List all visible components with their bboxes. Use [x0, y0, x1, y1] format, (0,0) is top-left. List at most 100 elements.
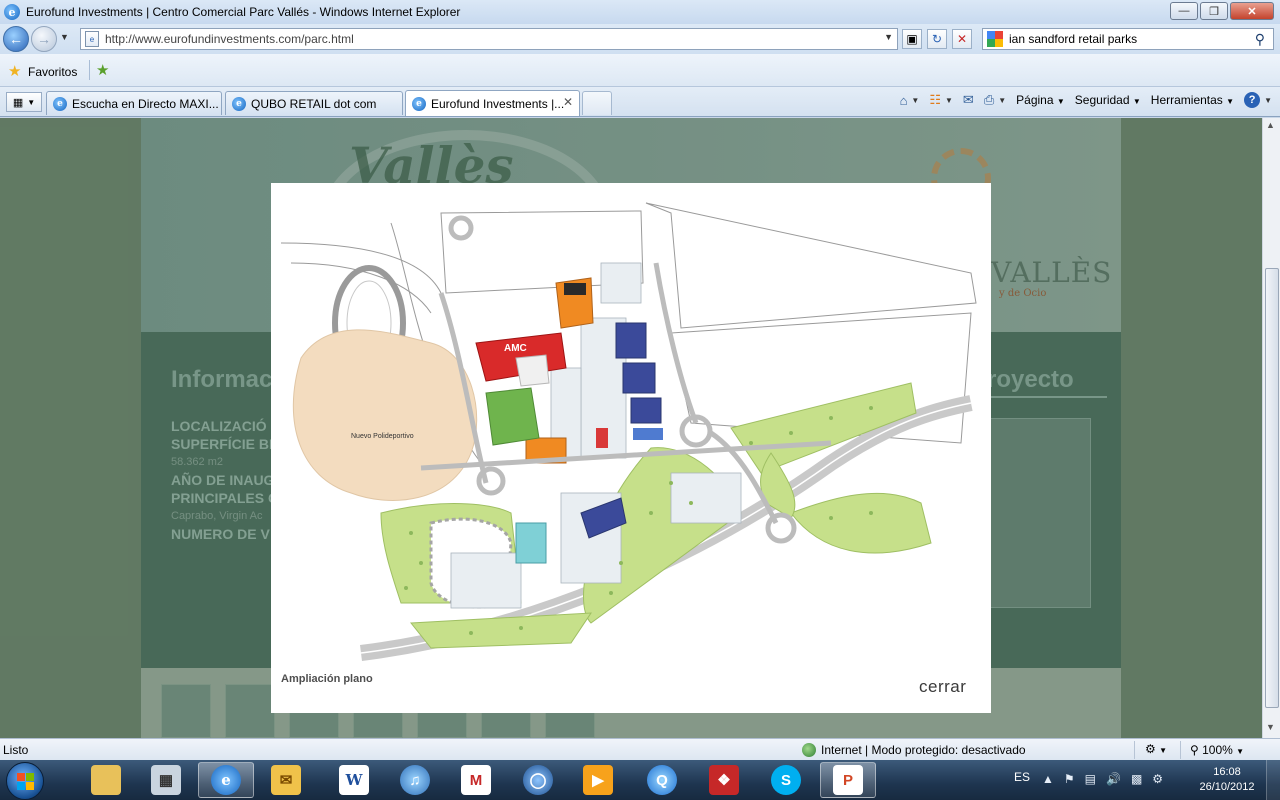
taskbar: ▦ e ✉ W ♫ M ◯ ▶ Q ❖ S P ES ▲ ⚑ ▤ 🔊 ▩ ⚙ 1… — [0, 760, 1280, 800]
tab-label: QUBO RETAIL dot com — [251, 96, 377, 111]
forward-button[interactable]: → — [31, 26, 57, 52]
taskbar-calculator[interactable]: ▦ — [138, 762, 194, 798]
favorites-button[interactable]: Favoritos — [28, 65, 77, 79]
word-icon: W — [339, 765, 369, 795]
url-field[interactable]: e http://www.eurofundinvestments.com/par… — [80, 28, 898, 50]
tab-eurofund[interactable]: e Eurofund Investments |... ✕ — [405, 90, 580, 116]
add-ons-icon[interactable]: ⚙ ▼ — [1145, 742, 1167, 756]
device-icon[interactable]: ▤ — [1085, 772, 1096, 786]
taskbar-explorer[interactable] — [78, 762, 134, 798]
m-app-icon: M — [461, 765, 491, 795]
print-icon[interactable]: ⎙ — [984, 92, 994, 108]
signal-icon[interactable]: ▩ — [1131, 772, 1142, 786]
taskbar-media-player[interactable]: ▶ — [570, 762, 626, 798]
help-icon[interactable]: ? — [1244, 92, 1261, 108]
taskbar-internet-explorer[interactable]: e — [198, 762, 254, 798]
close-window-button[interactable]: ✕ — [1230, 2, 1274, 20]
taskbar-skype[interactable]: S — [758, 762, 814, 798]
window-controls: — ❐ ✕ — [1170, 2, 1274, 20]
search-field[interactable]: ian sandford retail parks ⚲ — [982, 28, 1274, 50]
url-dropdown-icon[interactable]: ▼ — [884, 32, 893, 42]
quick-tabs-button[interactable]: ▦ ▼ — [6, 92, 42, 112]
map-label-polideportivo: Nuevo Polideportivo — [351, 433, 414, 440]
vertical-scrollbar[interactable]: ▲ ▼ — [1262, 118, 1280, 738]
itunes-icon: ♫ — [400, 765, 430, 795]
status-bar: Listo Internet | Modo protegido: desacti… — [0, 738, 1280, 760]
clock-date: 26/10/2012 — [1199, 781, 1255, 793]
powerpoint-icon: P — [833, 765, 863, 795]
refresh-button[interactable]: ↻ — [927, 29, 947, 49]
address-bar: ← → ▼ e http://www.eurofundinvestments.c… — [0, 24, 1280, 54]
tab-label: Eurofund Investments |... — [431, 96, 565, 111]
scrollbar-thumb[interactable] — [1265, 268, 1279, 708]
clock[interactable]: 16:08 26/10/2012 — [1194, 765, 1260, 795]
history-dropdown-icon[interactable]: ▼ — [60, 32, 69, 42]
new-tab-button[interactable] — [582, 91, 612, 115]
scroll-up-icon[interactable]: ▲ — [1266, 120, 1275, 130]
back-button[interactable]: ← — [3, 26, 29, 52]
skype-icon: S — [771, 765, 801, 795]
taskbar-quicktime[interactable]: Q — [634, 762, 690, 798]
taskbar-itunes[interactable]: ♫ — [387, 762, 443, 798]
window-title: Eurofund Investments | Centro Comercial … — [26, 5, 461, 19]
tab-ie-icon: e — [53, 96, 67, 111]
page-viewport: Vallès VALLÈS y de Ocio Informac royecto… — [0, 118, 1262, 738]
security-zone[interactable]: Internet | Modo protegido: desactivado — [802, 743, 1026, 757]
close-lightbox-link[interactable]: cerrar — [919, 677, 966, 697]
flag-icon[interactable]: ⚑ — [1064, 772, 1075, 786]
minimize-button[interactable]: — — [1170, 2, 1198, 20]
favorites-bar: ★ Favoritos ★ — [0, 54, 1280, 87]
ie-logo-icon: e — [4, 4, 20, 20]
taskbar-word[interactable]: W — [326, 762, 382, 798]
tab-ie-icon: e — [412, 96, 426, 111]
network-icon[interactable]: ⚙ — [1152, 772, 1163, 786]
home-dropdown-icon[interactable]: ▼ — [911, 96, 919, 105]
title-bar: e Eurofund Investments | Centro Comercia… — [0, 0, 1280, 24]
mail-icon[interactable]: ✉ — [963, 92, 974, 108]
taskbar-adobe-reader[interactable]: ❖ — [696, 762, 752, 798]
pdf-icon: ❖ — [709, 765, 739, 795]
zone-text: Internet | Modo protegido: desactivado — [821, 743, 1026, 757]
add-to-favorites-icon[interactable]: ★ — [96, 61, 109, 79]
compatibility-view-button[interactable]: ▣ — [902, 29, 922, 49]
play-icon: ▶ — [583, 765, 613, 795]
language-indicator[interactable]: ES — [1014, 770, 1030, 784]
help-dropdown-icon[interactable]: ▼ — [1264, 96, 1272, 105]
tab-ie-icon: e — [232, 96, 246, 111]
site-plan-map: Nuevo Polideportivo AMC — [280, 202, 977, 661]
ie-icon: e — [211, 765, 241, 795]
show-hidden-icons[interactable]: ▲ — [1042, 772, 1054, 786]
map-label-amc: AMC — [504, 343, 527, 354]
quicktime-icon: Q — [647, 765, 677, 795]
google-earth-icon: ◯ — [523, 765, 553, 795]
status-separator — [1134, 741, 1135, 759]
start-button[interactable] — [6, 762, 44, 800]
maximize-button[interactable]: ❐ — [1200, 2, 1228, 20]
clock-time: 16:08 — [1213, 766, 1241, 778]
show-desktop-button[interactable] — [1266, 760, 1280, 800]
taskbar-outlook[interactable]: ✉ — [258, 762, 314, 798]
taskbar-gmail-app[interactable]: M — [448, 762, 504, 798]
feeds-icon[interactable]: ☷ — [929, 92, 941, 108]
taskbar-google-earth[interactable]: ◯ — [510, 762, 566, 798]
scroll-down-icon[interactable]: ▼ — [1266, 722, 1275, 732]
print-dropdown-icon[interactable]: ▼ — [998, 96, 1006, 105]
home-icon[interactable]: ⌂ — [900, 93, 908, 108]
favorites-star-icon[interactable]: ★ — [8, 62, 21, 80]
taskbar-powerpoint[interactable]: P — [820, 762, 876, 798]
stop-button[interactable]: ✕ — [952, 29, 972, 49]
tab-escucha[interactable]: e Escucha en Directo MAXI... — [46, 91, 222, 115]
tools-menu[interactable]: Herramientas ▼ — [1151, 93, 1234, 107]
safety-menu[interactable]: Seguridad ▼ — [1075, 93, 1141, 107]
volume-icon[interactable]: 🔊 — [1106, 772, 1121, 786]
feeds-dropdown-icon[interactable]: ▼ — [945, 96, 953, 105]
url-text: http://www.eurofundinvestments.com/parc.… — [105, 32, 354, 46]
close-tab-icon[interactable]: ✕ — [563, 95, 573, 109]
page-menu[interactable]: Página ▼ — [1016, 93, 1065, 107]
tab-qubo[interactable]: e QUBO RETAIL dot com — [225, 91, 403, 115]
zoom-level[interactable]: ⚲ 100% ▼ — [1190, 743, 1244, 757]
folder-icon — [91, 765, 121, 795]
search-icon[interactable]: ⚲ — [1255, 31, 1265, 48]
page-icon: e — [85, 31, 99, 47]
search-value: ian sandford retail parks — [1009, 32, 1138, 46]
